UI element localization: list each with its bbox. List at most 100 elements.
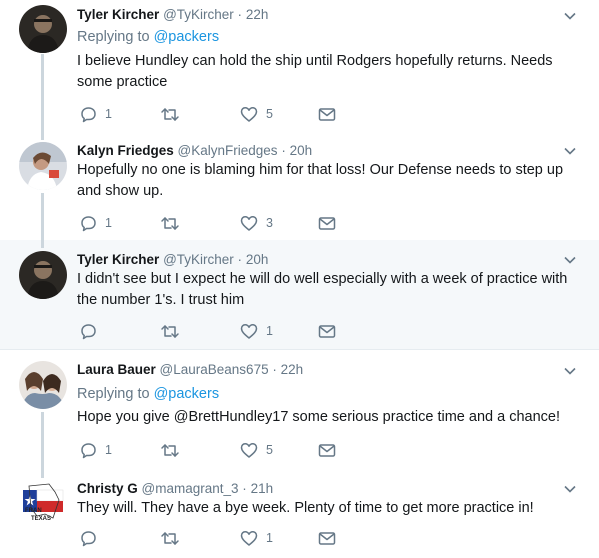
envelope-icon: [318, 324, 336, 338]
timestamp[interactable]: 22h: [246, 7, 269, 22]
chevron-down-icon[interactable]: [563, 144, 577, 158]
avatar[interactable]: [19, 5, 67, 53]
tweet-2[interactable]: Kalyn Friedges @KalynFriedges · 20h Hope…: [0, 130, 599, 240]
direct-message-action[interactable]: [318, 322, 336, 340]
svg-text:FRAN: FRAN: [25, 508, 42, 514]
chevron-down-icon[interactable]: [563, 364, 577, 378]
like-count: 5: [266, 107, 273, 121]
like-action[interactable]: 1: [240, 322, 273, 340]
avatar[interactable]: FRAN TEXAS: [19, 478, 67, 526]
separator: ·: [281, 143, 286, 158]
tweet-5[interactable]: FRAN TEXAS Christy G @mamagrant_3 · 21h …: [0, 472, 599, 558]
replying-to-label: Replying to: [77, 386, 150, 402]
author-handle[interactable]: @mamagrant_3: [142, 481, 239, 496]
timestamp[interactable]: 20h: [290, 143, 313, 158]
reply-feed: Tyler Kircher @TyKircher · 22h Replying …: [0, 0, 599, 558]
reply-to-link[interactable]: @packers: [154, 386, 220, 402]
like-action[interactable]: 5: [240, 441, 273, 459]
like-action[interactable]: 1: [240, 529, 273, 547]
author-name[interactable]: Christy G: [77, 481, 138, 496]
like-count: 1: [266, 531, 273, 545]
reply-icon: [81, 215, 96, 231]
author-name[interactable]: Tyler Kircher: [77, 7, 159, 22]
avatar-image: [19, 142, 67, 190]
tweet-3[interactable]: Tyler Kircher @TyKircher · 20h I didn't …: [0, 240, 599, 349]
replying-to-label: Replying to: [77, 29, 150, 45]
retweet-action[interactable]: [160, 105, 188, 123]
heart-icon: [240, 442, 258, 458]
timestamp[interactable]: 22h: [281, 362, 304, 377]
avatar[interactable]: [19, 361, 67, 409]
heart-icon: [240, 215, 258, 231]
heart-icon: [240, 530, 258, 546]
retweet-icon: [161, 324, 179, 338]
thread-line: [41, 412, 44, 472]
tweet-1[interactable]: Tyler Kircher @TyKircher · 22h Replying …: [0, 0, 599, 130]
avatar-image: [19, 5, 67, 53]
like-action[interactable]: 3: [240, 214, 273, 232]
avatar-image: FRAN TEXAS: [19, 478, 67, 526]
avatar[interactable]: [19, 142, 67, 190]
reply-action[interactable]: 1: [80, 441, 112, 459]
reply-icon: [81, 442, 96, 458]
retweet-icon: [161, 107, 179, 121]
author-name[interactable]: Kalyn Friedges: [77, 143, 174, 158]
heart-icon: [240, 106, 258, 122]
reply-icon: [81, 530, 96, 546]
tweet-4[interactable]: Laura Bauer @LauraBeans675 · 22h Replyin…: [0, 350, 599, 472]
reply-action[interactable]: [80, 529, 105, 547]
separator: ·: [237, 7, 243, 22]
chevron-down-icon[interactable]: [563, 9, 577, 23]
author-handle[interactable]: @LauraBeans675: [160, 362, 269, 377]
avatar-image: [19, 251, 67, 299]
envelope-icon: [318, 107, 336, 121]
retweet-action[interactable]: [160, 529, 188, 547]
reply-to-link[interactable]: @packers: [154, 29, 220, 45]
direct-message-action[interactable]: [318, 529, 336, 547]
like-action[interactable]: 5: [240, 105, 273, 123]
author-handle[interactable]: @TyKircher: [163, 252, 234, 267]
author-name[interactable]: Laura Bauer: [77, 362, 156, 377]
direct-message-action[interactable]: [318, 441, 336, 459]
chevron-down-icon[interactable]: [563, 482, 577, 496]
reply-count: 1: [105, 443, 112, 457]
direct-message-action[interactable]: [318, 214, 336, 232]
envelope-icon: [318, 531, 336, 545]
retweet-action[interactable]: [160, 214, 188, 232]
separator: ·: [272, 362, 277, 377]
author-handle[interactable]: @KalynFriedges: [178, 143, 278, 158]
chevron-down-icon[interactable]: [563, 253, 577, 267]
retweet-icon: [161, 531, 179, 545]
tweet-text: Hope you give @BrettHundley17 some serio…: [77, 409, 561, 425]
tweet-text: I believe Hundley can hold the ship unti…: [77, 53, 553, 90]
like-count: 5: [266, 443, 273, 457]
timestamp[interactable]: 20h: [246, 252, 269, 267]
thread-line: [41, 130, 44, 140]
reply-action[interactable]: 1: [80, 105, 112, 123]
separator: ·: [237, 252, 243, 267]
reply-action[interactable]: [80, 322, 105, 340]
like-count: 1: [266, 324, 273, 338]
separator: ·: [242, 481, 247, 496]
retweet-icon: [161, 216, 179, 230]
author-name[interactable]: Tyler Kircher: [77, 252, 159, 267]
retweet-icon: [161, 443, 179, 457]
heart-icon: [240, 323, 258, 339]
avatar-image: [19, 361, 67, 409]
thread-line: [41, 193, 44, 240]
envelope-icon: [318, 443, 336, 457]
retweet-action[interactable]: [160, 441, 188, 459]
retweet-action[interactable]: [160, 322, 188, 340]
reply-action[interactable]: 1: [80, 214, 112, 232]
reply-count: 1: [105, 216, 112, 230]
tweet-text: They will. They have a bye week. Plenty …: [77, 500, 534, 516]
avatar[interactable]: [19, 251, 67, 299]
thread-line: [41, 54, 44, 130]
direct-message-action[interactable]: [318, 105, 336, 123]
reply-icon: [81, 323, 96, 339]
author-handle[interactable]: @TyKircher: [163, 7, 234, 22]
tweet-text: Hopefully no one is blaming him for that…: [77, 162, 564, 199]
reply-count: 1: [105, 107, 112, 121]
svg-text:TEXAS: TEXAS: [31, 516, 51, 522]
timestamp[interactable]: 21h: [251, 481, 274, 496]
